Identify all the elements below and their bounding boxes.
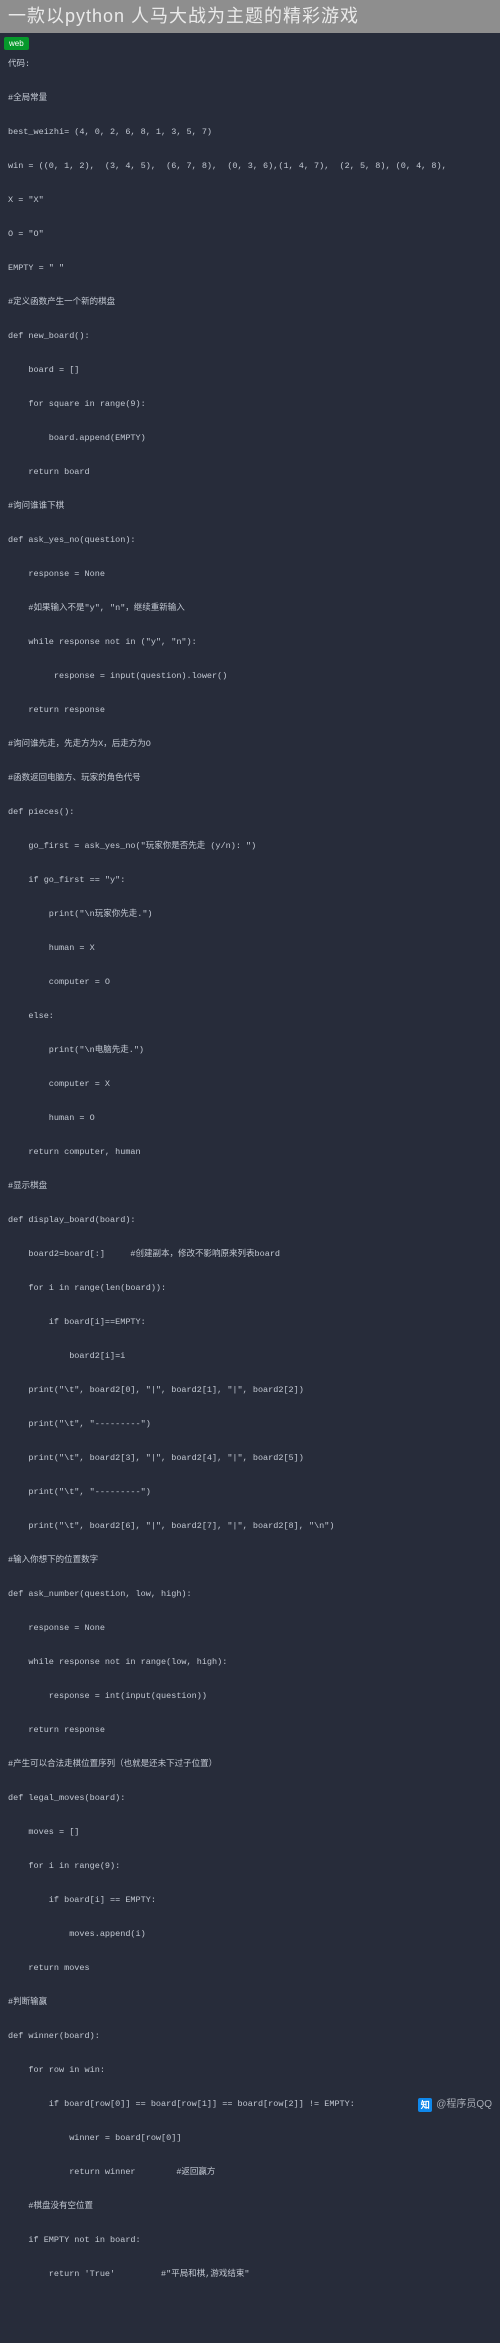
page-title: 一款以python 人马大战为主题的精彩游戏 <box>0 0 500 33</box>
code-content: 代码: #全局常量 best_weizhi= (4, 0, 2, 6, 8, 1… <box>0 52 500 2343</box>
zhihu-logo-icon: 知 <box>418 2098 432 2112</box>
language-tag: web <box>4 37 29 50</box>
watermark-author: @程序员QQ <box>436 2098 492 2112</box>
zhihu-watermark: 知 @程序员QQ <box>418 2098 492 2112</box>
